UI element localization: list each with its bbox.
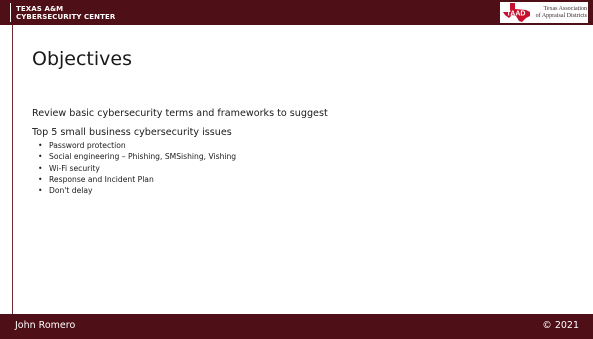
- taad-name-line-2: of Appraisal Districts: [535, 12, 587, 19]
- issues-list: • Password protection • Social engineering…: [32, 140, 572, 196]
- taad-logo: TAAD Texas Association of Appraisal Dist…: [500, 2, 588, 23]
- presenter-name: John Romero: [15, 320, 76, 331]
- bullet-icon: •: [38, 163, 43, 173]
- list-item: • Social engineering – Phishing, SMSishin…: [38, 151, 572, 162]
- footer-bar: John Romero © 2021: [0, 314, 593, 339]
- list-item-text: Password protection: [49, 141, 126, 150]
- taad-abbrev: TAAD: [507, 11, 526, 18]
- slide-content: Review basic cybersecurity terms and fra…: [32, 107, 572, 196]
- bullet-icon: •: [38, 152, 43, 162]
- bullet-icon: •: [38, 186, 43, 196]
- slide: TEXAS A&M CYBERSECURITY CENTER TAAD Texa…: [0, 0, 593, 339]
- bullet-icon: •: [38, 141, 43, 150]
- logo-line-2: CYBERSECURITY CENTER: [16, 12, 116, 21]
- header-bar: TEXAS A&M CYBERSECURITY CENTER TAAD Texa…: [0, 0, 593, 25]
- bullet-icon: •: [38, 174, 43, 184]
- list-item: • Wi-Fi security: [38, 163, 572, 174]
- objective-paragraph-2: Top 5 small business cybersecurity issue…: [32, 127, 232, 138]
- list-item-text: Wi-Fi security: [49, 163, 100, 173]
- slide-title: Objectives: [32, 48, 132, 70]
- logo-line-1: TEXAS A&M: [16, 4, 64, 13]
- list-item: • Response and Incident Plan: [38, 174, 572, 185]
- list-item: • Password protection: [38, 140, 572, 151]
- copyright-text: © 2021: [542, 320, 579, 331]
- list-item-text: Don't delay: [49, 186, 93, 196]
- taad-name: Texas Association of Appraisal Districts: [527, 6, 587, 19]
- list-item: • Don't delay: [38, 185, 572, 196]
- tamu-cybersecurity-logo: TEXAS A&M CYBERSECURITY CENTER: [10, 3, 115, 22]
- objective-paragraph-1: Review basic cybersecurity terms and fra…: [32, 108, 328, 119]
- left-border-rule: [12, 25, 13, 314]
- list-item-text: Response and Incident Plan: [49, 174, 154, 184]
- list-item-text: Social engineering – Phishing, SMSishing…: [49, 152, 237, 162]
